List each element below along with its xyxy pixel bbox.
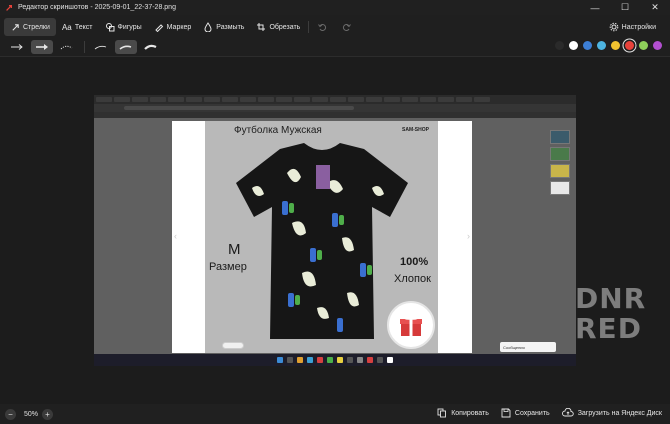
gear-icon bbox=[609, 22, 619, 32]
product-cotton-label: Хлопок bbox=[394, 273, 431, 285]
dotted-arrow-icon bbox=[60, 45, 73, 50]
thumbnail bbox=[550, 181, 570, 195]
save-label: Сохранить bbox=[514, 409, 550, 417]
settings-button[interactable]: Настройки bbox=[603, 18, 662, 36]
gift-badge bbox=[387, 301, 435, 349]
tool-text-label: Текст bbox=[74, 23, 93, 31]
tool-crop[interactable]: Обрезать bbox=[250, 18, 306, 36]
zoom-level: 50% bbox=[24, 410, 39, 418]
tool-marker[interactable]: Маркер bbox=[148, 18, 198, 36]
tool-shapes[interactable]: Фигуры bbox=[99, 18, 148, 36]
settings-label: Настройки bbox=[621, 23, 656, 31]
product-image: Футболка Мужская SAM-SHOP M Размер 100% … bbox=[172, 121, 472, 353]
product-size-label: Размер bbox=[209, 261, 247, 273]
messages-widget: Сообщения bbox=[500, 342, 556, 352]
arrow-style-curve[interactable] bbox=[90, 40, 112, 54]
arrow-style-toolbar bbox=[0, 38, 670, 56]
tool-arrows-label: Стрелки bbox=[23, 23, 50, 31]
app-icon bbox=[6, 4, 12, 11]
color-swatch[interactable] bbox=[625, 41, 634, 50]
toolbar-divider bbox=[308, 21, 310, 33]
bottom-actions: Копировать Сохранить Загрузить на Яндекс… bbox=[425, 408, 662, 418]
tool-blur[interactable]: Размыть bbox=[197, 18, 250, 36]
color-swatch[interactable] bbox=[569, 41, 578, 50]
crop-icon bbox=[256, 22, 266, 32]
color-palette bbox=[550, 41, 662, 50]
thin-arrow-icon bbox=[11, 44, 23, 50]
copy-label: Копировать bbox=[451, 409, 489, 417]
redo-icon bbox=[342, 22, 352, 32]
toolbar2-divider bbox=[84, 41, 85, 53]
tool-crop-label: Обрезать bbox=[269, 23, 301, 31]
undo-button[interactable] bbox=[311, 18, 336, 36]
arrow-style-dotted[interactable] bbox=[56, 40, 78, 54]
watermark-line-2: RED bbox=[575, 312, 642, 345]
product-brand: SAM-SHOP bbox=[402, 127, 429, 133]
color-swatch[interactable] bbox=[611, 41, 620, 50]
screenshot-image: Футболка Мужская SAM-SHOP M Размер 100% … bbox=[94, 95, 576, 366]
tool-arrows[interactable]: Стрелки bbox=[4, 18, 56, 36]
redo-button[interactable] bbox=[336, 18, 361, 36]
zoom-in-button[interactable]: + bbox=[42, 408, 54, 420]
color-swatch[interactable] bbox=[583, 41, 592, 50]
messages-label: Сообщения bbox=[503, 345, 525, 350]
cloud-upload-icon bbox=[561, 408, 574, 418]
window-title: Редактор скриншотов - 2025-09-01_22-37-2… bbox=[18, 4, 176, 11]
blur-icon bbox=[203, 22, 213, 32]
undo-icon bbox=[317, 22, 327, 32]
color-swatch[interactable] bbox=[555, 41, 564, 50]
browser-tabstrip bbox=[94, 95, 576, 104]
gift-icon bbox=[400, 314, 422, 336]
arrow-style-thin[interactable] bbox=[6, 40, 28, 54]
tool-blur-label: Размыть bbox=[216, 23, 245, 31]
windows-taskbar bbox=[94, 354, 576, 366]
side-thumbnails bbox=[550, 130, 572, 198]
close-button[interactable]: ✕ bbox=[640, 0, 670, 15]
thumbnail bbox=[550, 147, 570, 161]
arrow-icon bbox=[10, 22, 20, 32]
product-cotton-percent: 100% bbox=[400, 256, 429, 268]
prev-image-arrow: ‹ bbox=[174, 231, 177, 241]
image-zoom-control bbox=[222, 342, 244, 349]
editor-canvas[interactable]: Футболка Мужская SAM-SHOP M Размер 100% … bbox=[0, 57, 670, 404]
next-image-arrow: › bbox=[467, 231, 470, 241]
watermark-logo: DNR RED bbox=[575, 284, 663, 348]
arrow-style-curve-thick[interactable] bbox=[140, 40, 162, 54]
save-button[interactable]: Сохранить bbox=[501, 408, 550, 418]
tshirt-image bbox=[236, 143, 408, 339]
bold-arrow-icon bbox=[36, 44, 48, 50]
color-swatch[interactable] bbox=[639, 41, 648, 50]
arrow-style-curve-bold[interactable] bbox=[115, 40, 137, 54]
maximize-button[interactable]: ☐ bbox=[610, 0, 640, 15]
upload-label: Загрузить на Яндекс Диск bbox=[577, 409, 662, 417]
marker-icon bbox=[154, 22, 164, 32]
browser-address-bar bbox=[94, 104, 576, 112]
bottom-bar: − 50% + Копировать Сохранить Загрузить н… bbox=[0, 404, 670, 424]
arrow-style-bold[interactable] bbox=[31, 40, 53, 54]
save-icon bbox=[501, 408, 511, 418]
shapes-icon bbox=[105, 22, 115, 32]
main-toolbar: Стрелки Aa Текст Фигуры Маркер Размыть О… bbox=[0, 16, 670, 38]
product-size-value: M bbox=[228, 241, 241, 258]
text-icon: Aa bbox=[61, 22, 72, 32]
curved-arrow-icon bbox=[94, 45, 107, 50]
title-bar: Редактор скриншотов - 2025-09-01_22-37-2… bbox=[0, 0, 670, 15]
watermark-line-1: DNR bbox=[575, 282, 647, 315]
copy-icon bbox=[437, 408, 447, 418]
color-swatch[interactable] bbox=[653, 41, 662, 50]
tool-shapes-label: Фигуры bbox=[117, 23, 142, 31]
minimize-button[interactable]: — bbox=[580, 0, 610, 15]
thumbnail bbox=[550, 164, 570, 178]
tool-marker-label: Маркер bbox=[166, 23, 192, 31]
curved-bold-arrow-icon bbox=[119, 45, 132, 50]
zoom-out-button[interactable]: − bbox=[5, 408, 16, 420]
thumbnail bbox=[550, 130, 570, 144]
product-title: Футболка Мужская bbox=[234, 125, 322, 136]
curved-thick-arrow-icon bbox=[144, 44, 157, 50]
upload-yandex-disk-button[interactable]: Загрузить на Яндекс Диск bbox=[561, 408, 662, 418]
color-swatch[interactable] bbox=[597, 41, 606, 50]
tool-text[interactable]: Aa Текст bbox=[56, 18, 99, 36]
copy-button[interactable]: Копировать bbox=[437, 408, 489, 418]
